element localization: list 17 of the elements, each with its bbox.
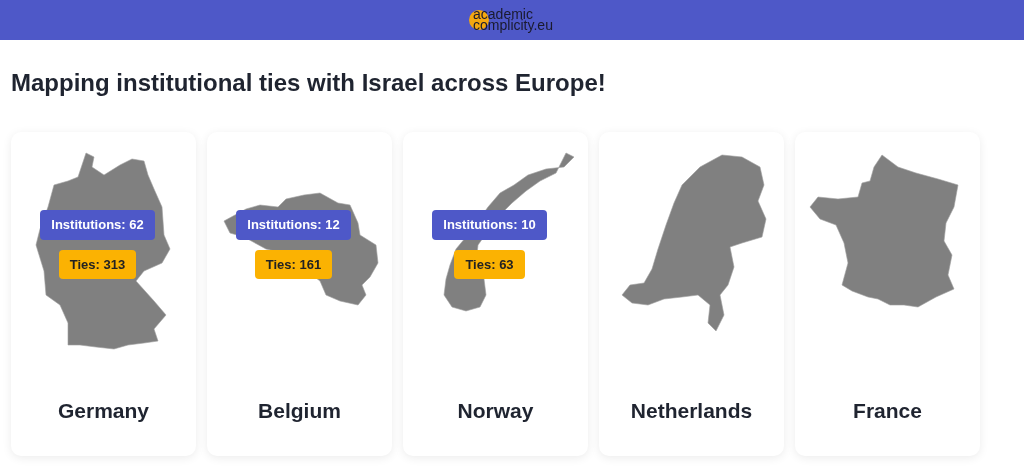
country-name: Belgium bbox=[258, 398, 341, 424]
institutions-count: Institutions: 10 bbox=[432, 210, 547, 240]
institutions-count: Institutions: 12 bbox=[236, 210, 351, 240]
country-name: France bbox=[853, 398, 922, 424]
country-name: Netherlands bbox=[630, 398, 753, 424]
ties-count: Ties: 313 bbox=[58, 249, 137, 279]
institutions-count: Institutions: 62 bbox=[40, 210, 155, 240]
ties-count: Ties: 63 bbox=[454, 249, 525, 279]
country-card[interactable]: Institutions: 62 Ties: 313 Germany bbox=[11, 132, 196, 456]
ties-count: Ties: 161 bbox=[254, 249, 333, 279]
page-title: Mapping institutional ties with Israel across Europe! bbox=[11, 68, 607, 98]
country-card[interactable]: Institutions: 12 Ties: 161 Belgium bbox=[207, 132, 392, 456]
country-name: Germany bbox=[57, 398, 149, 424]
country-card[interactable]: Institutions: 10 Ties: 63 Norway bbox=[403, 132, 588, 456]
country-card[interactable]: France bbox=[795, 132, 980, 456]
country-card[interactable]: Netherlands bbox=[599, 132, 784, 456]
country-name: Norway bbox=[457, 398, 534, 424]
